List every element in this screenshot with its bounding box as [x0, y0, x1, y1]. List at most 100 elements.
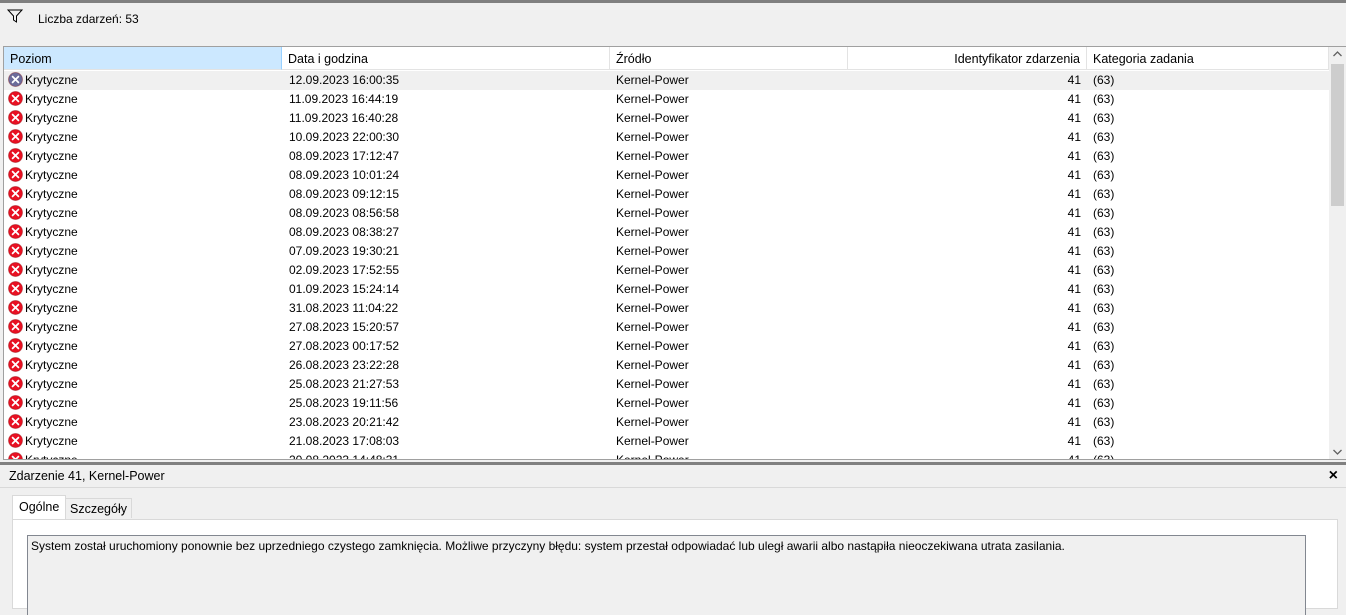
task-category-cell: (63) [1093, 377, 1115, 391]
event-row[interactable]: Krytyczne 23.08.2023 20:21:42 Kernel-Power… [4, 413, 1329, 432]
source-cell: Kernel-Power [616, 73, 689, 87]
level-cell: Krytyczne [8, 204, 278, 223]
critical-error-icon [8, 262, 23, 278]
datetime-cell: 21.08.2023 17:08:03 [289, 434, 400, 448]
level-label: Krytyczne [25, 320, 78, 334]
source-cell: Kernel-Power [616, 187, 689, 201]
scroll-up-icon[interactable] [1333, 51, 1342, 57]
source-cell: Kernel-Power [616, 434, 689, 448]
event-row[interactable]: Krytyczne 27.08.2023 15:20:57 Kernel-Power… [4, 318, 1329, 337]
event-row[interactable]: Krytyczne 08.09.2023 10:01:24 Kernel-Power… [4, 166, 1329, 185]
level-cell: Krytyczne [8, 280, 278, 299]
event-row[interactable]: Krytyczne 08.09.2023 08:38:27 Kernel-Power… [4, 223, 1329, 242]
level-cell: Krytyczne [8, 166, 278, 185]
critical-error-icon [8, 129, 23, 145]
event-id-cell: 41 [1067, 149, 1081, 163]
task-category-cell: (63) [1093, 396, 1115, 410]
event-row[interactable]: Krytyczne 08.09.2023 08:56:58 Kernel-Power… [4, 204, 1329, 223]
event-row[interactable]: Krytyczne 21.08.2023 17:08:03 Kernel-Power… [4, 432, 1329, 451]
level-label: Krytyczne [25, 149, 78, 163]
event-id-cell: 41 [1067, 168, 1081, 182]
task-category-cell: (63) [1093, 244, 1115, 258]
source-cell: Kernel-Power [616, 377, 689, 391]
scrollbar-thumb[interactable] [1331, 64, 1344, 206]
event-row[interactable]: Krytyczne 27.08.2023 00:17:52 Kernel-Power… [4, 337, 1329, 356]
critical-error-icon [8, 319, 23, 335]
event-id-cell: 41 [1067, 206, 1081, 220]
event-row[interactable]: Krytyczne 12.09.2023 16:00:35 Kernel-Power… [4, 71, 1329, 90]
task-category-cell: (63) [1093, 225, 1115, 239]
close-detail-button[interactable]: × [1329, 467, 1338, 485]
source-cell: Kernel-Power [616, 206, 689, 220]
column-header-datetime[interactable]: Data i godzina [282, 47, 610, 70]
tab-panel-general: System został uruchomiony ponownie bez u… [12, 519, 1338, 615]
event-row[interactable]: Krytyczne 26.08.2023 23:22:28 Kernel-Power… [4, 356, 1329, 375]
scroll-down-icon[interactable] [1333, 449, 1342, 455]
critical-error-icon [8, 72, 23, 88]
source-cell: Kernel-Power [616, 358, 689, 372]
event-row[interactable]: Krytyczne 08.09.2023 17:12:47 Kernel-Power… [4, 147, 1329, 166]
column-header-source[interactable]: Źródło [610, 47, 848, 70]
source-cell: Kernel-Power [616, 168, 689, 182]
datetime-cell: 25.08.2023 19:11:56 [289, 396, 399, 410]
level-cell: Krytyczne [8, 185, 278, 204]
grid-header: Poziom Data i godzina Źródło Identyfikat… [4, 47, 1329, 71]
event-count-label: Liczba zdarzeń: 53 [38, 12, 139, 26]
column-header-task-category[interactable]: Kategoria zadania [1087, 47, 1329, 70]
task-category-cell: (63) [1093, 92, 1115, 106]
level-label: Krytyczne [25, 92, 78, 106]
event-id-cell: 41 [1067, 453, 1081, 460]
critical-error-icon [8, 110, 23, 126]
critical-error-icon [8, 357, 23, 373]
event-description[interactable]: System został uruchomiony ponownie bez u… [27, 535, 1306, 615]
datetime-cell: 10.09.2023 22:00:30 [289, 130, 400, 144]
event-id-cell: 41 [1067, 111, 1081, 125]
level-cell: Krytyczne [8, 71, 278, 90]
detail-title: Zdarzenie 41, Kernel-Power [9, 469, 165, 483]
event-row[interactable]: Krytyczne 10.09.2023 22:00:30 Kernel-Power… [4, 128, 1329, 147]
source-cell: Kernel-Power [616, 130, 689, 144]
event-id-cell: 41 [1067, 263, 1081, 277]
column-header-event-id[interactable]: Identyfikator zdarzenia [848, 47, 1087, 70]
source-cell: Kernel-Power [616, 396, 689, 410]
critical-error-icon [8, 167, 23, 183]
event-row[interactable]: Krytyczne 31.08.2023 11:04:22 Kernel-Power… [4, 299, 1329, 318]
level-cell: Krytyczne [8, 413, 278, 432]
event-row[interactable]: Krytyczne 08.09.2023 09:12:15 Kernel-Power… [4, 185, 1329, 204]
event-row[interactable]: Krytyczne 11.09.2023 16:44:19 Kernel-Power… [4, 90, 1329, 109]
event-row[interactable]: Krytyczne 01.09.2023 15:24:14 Kernel-Power… [4, 280, 1329, 299]
datetime-cell: 20.08.2023 14:48:31 [289, 453, 400, 460]
event-id-cell: 41 [1067, 187, 1081, 201]
event-id-cell: 41 [1067, 73, 1081, 87]
level-cell: Krytyczne [8, 318, 278, 337]
source-cell: Kernel-Power [616, 301, 689, 315]
level-cell: Krytyczne [8, 299, 278, 318]
level-cell: Krytyczne [8, 375, 278, 394]
event-row[interactable]: Krytyczne 25.08.2023 21:27:53 Kernel-Power… [4, 375, 1329, 394]
source-cell: Kernel-Power [616, 225, 689, 239]
source-cell: Kernel-Power [616, 339, 689, 353]
event-id-cell: 41 [1067, 92, 1081, 106]
tab-general[interactable]: Ogólne [12, 495, 67, 519]
event-row[interactable]: Krytyczne 20.08.2023 14:48:31 Kernel-Power… [4, 451, 1329, 460]
datetime-cell: 08.09.2023 10:01:24 [289, 168, 400, 182]
task-category-cell: (63) [1093, 320, 1115, 334]
vertical-scrollbar[interactable] [1329, 47, 1346, 459]
event-row[interactable]: Krytyczne 25.08.2023 19:11:56 Kernel-Power… [4, 394, 1329, 413]
event-row[interactable]: Krytyczne 07.09.2023 19:30:21 Kernel-Power… [4, 242, 1329, 261]
task-category-cell: (63) [1093, 434, 1115, 448]
event-id-cell: 41 [1067, 358, 1081, 372]
event-row[interactable]: Krytyczne 11.09.2023 16:40:28 Kernel-Power… [4, 109, 1329, 128]
event-id-cell: 41 [1067, 415, 1081, 429]
event-row[interactable]: Krytyczne 02.09.2023 17:52:55 Kernel-Power… [4, 261, 1329, 280]
tab-details[interactable]: Szczegóły [65, 498, 132, 518]
column-header-level[interactable]: Poziom [4, 47, 282, 70]
events-grid[interactable]: Poziom Data i godzina Źródło Identyfikat… [3, 46, 1346, 460]
source-cell: Kernel-Power [616, 92, 689, 106]
filter-icon[interactable] [7, 9, 23, 23]
level-cell: Krytyczne [8, 223, 278, 242]
filter-bar: Liczba zdarzeń: 53 [0, 0, 1346, 44]
datetime-cell: 26.08.2023 23:22:28 [289, 358, 400, 372]
source-cell: Kernel-Power [616, 415, 689, 429]
datetime-cell: 11.09.2023 16:40:28 [289, 111, 399, 125]
